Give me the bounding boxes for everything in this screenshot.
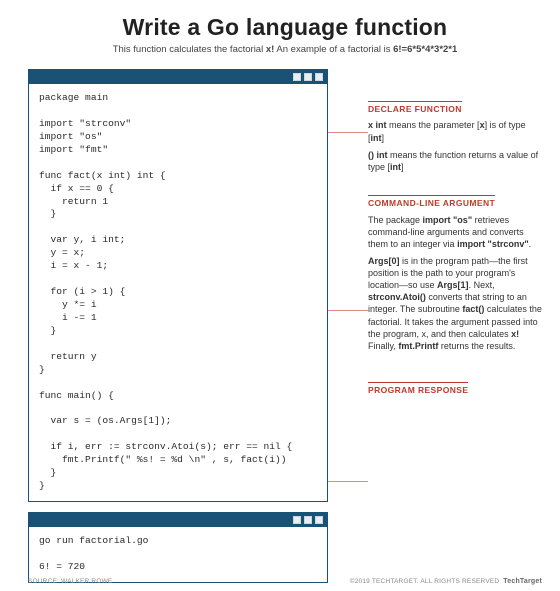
titlebar bbox=[29, 513, 327, 527]
footer-source: SOURCE: WALKER ROWE bbox=[28, 578, 112, 585]
annotation-head: COMMAND-LINE ARGUMENT bbox=[368, 195, 495, 209]
min-icon bbox=[293, 516, 301, 524]
annotation-cmd: COMMAND-LINE ARGUMENT The package import… bbox=[368, 195, 542, 352]
min-icon bbox=[293, 73, 301, 81]
max-icon bbox=[304, 73, 312, 81]
code-column: package main import "strconv" import "os… bbox=[28, 69, 328, 583]
page-title: Write a Go language function bbox=[28, 14, 542, 41]
close-icon bbox=[315, 516, 323, 524]
footer-right: ©2019 TECHTARGET. ALL RIGHTS RESERVED Te… bbox=[350, 578, 542, 585]
annotation-head: DECLARE FUNCTION bbox=[368, 101, 462, 115]
max-icon bbox=[304, 516, 312, 524]
code-run: go run factorial.go 6! = 720 bbox=[29, 527, 327, 582]
annotation-head: PROGRAM RESPONSE bbox=[368, 382, 468, 396]
titlebar bbox=[29, 70, 327, 84]
code-window-run: go run factorial.go 6! = 720 bbox=[28, 512, 328, 583]
page-subtitle: This function calculates the factorial x… bbox=[28, 44, 542, 55]
close-icon bbox=[315, 73, 323, 81]
annotation-column: DECLARE FUNCTION x int means the paramet… bbox=[328, 69, 542, 583]
brand-logo: TechTarget bbox=[503, 578, 542, 585]
footer: SOURCE: WALKER ROWE ©2019 TECHTARGET. AL… bbox=[28, 578, 542, 585]
code-main: package main import "strconv" import "os… bbox=[29, 84, 327, 501]
annotation-declare: DECLARE FUNCTION x int means the paramet… bbox=[368, 101, 542, 173]
code-window-main: package main import "strconv" import "os… bbox=[28, 69, 328, 502]
annotation-response: PROGRAM RESPONSE bbox=[368, 382, 542, 400]
